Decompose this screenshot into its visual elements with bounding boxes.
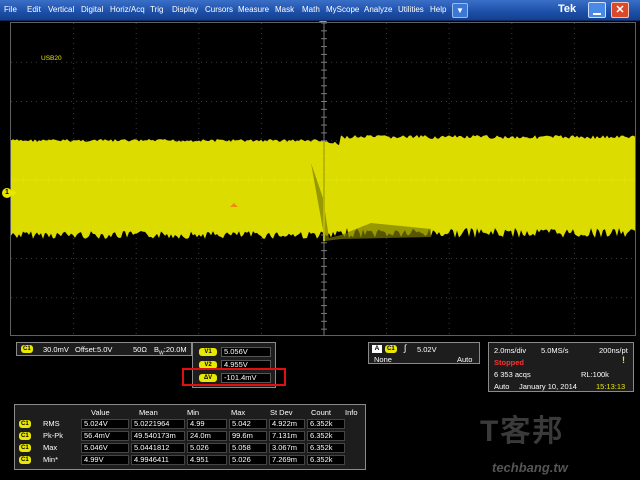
record-length: RL:100k xyxy=(581,370,609,379)
menu-bar: File Edit Vertical Digital Horiz/Acq Tri… xyxy=(0,0,640,21)
rising-edge-icon: ∫ xyxy=(404,343,407,353)
vertical-scale: 30.0mV xyxy=(43,345,69,354)
menu-dropdown-button[interactable]: ▼ xyxy=(452,3,468,18)
menu-mask[interactable]: Mask xyxy=(275,5,294,14)
acquisition-status[interactable]: 2.0ms/div 5.0MS/s 200ns/pt Stopped ! 6 3… xyxy=(488,342,634,392)
impedance-value: 50Ω xyxy=(133,345,147,354)
resolution: 200ns/pt xyxy=(599,346,628,355)
trigger-a-badge: A xyxy=(372,345,382,353)
menu-edit[interactable]: Edit xyxy=(27,5,41,14)
row-channel-badge: C1 xyxy=(19,432,31,440)
measurement-cell: 5.046V xyxy=(81,443,129,453)
close-button[interactable]: ✕ xyxy=(611,2,629,18)
measurement-cell: 5.042 xyxy=(229,419,267,429)
menu-utilities[interactable]: Utilities xyxy=(398,5,424,14)
bandwidth-value: BW:20.0M xyxy=(154,345,187,357)
measurement-cell: 6.352k xyxy=(307,443,345,453)
measurement-name[interactable]: Pk-Pk xyxy=(43,431,63,440)
measurement-cell: 99.6m xyxy=(229,431,267,441)
watermark-url: techbang.tw xyxy=(492,460,568,475)
offset-value: Offset:5.0V xyxy=(75,345,113,354)
menu-cursors[interactable]: Cursors xyxy=(205,5,233,14)
alert-icon: ! xyxy=(622,355,625,365)
measurement-table[interactable]: Value Mean Min Max St Dev Count Info C1 R… xyxy=(14,404,366,470)
v1-value: 5.056V xyxy=(221,347,271,357)
trigger-mode: Auto xyxy=(457,355,473,364)
menu-vertical[interactable]: Vertical xyxy=(48,5,74,14)
channel1-ground-marker[interactable]: 1 xyxy=(2,188,12,198)
channel1-settings[interactable]: C1 30.0mV Offset:5.0V 50Ω BW:20.0M xyxy=(16,342,192,357)
menu-horiz-acq[interactable]: Horiz/Acq xyxy=(110,5,145,14)
menu-measure[interactable]: Measure xyxy=(238,5,269,14)
measurement-name[interactable]: Min* xyxy=(43,455,58,464)
col-header-mean: Mean xyxy=(139,408,158,417)
run-mode: Auto xyxy=(494,382,510,391)
measurement-cell: 5.026 xyxy=(229,455,267,465)
time: 15:13:13 xyxy=(596,382,626,391)
measurement-cell: 5.0221964 xyxy=(131,419,185,429)
measurement-cell: 7.269m xyxy=(269,455,305,465)
horizontal-scale: 2.0ms/div xyxy=(494,346,527,355)
channel1-arrow-icon xyxy=(12,190,17,196)
acquisition-count: 6 353 acqs xyxy=(494,370,531,379)
menu-myscope[interactable]: MyScope xyxy=(326,5,359,14)
menu-analyze[interactable]: Analyze xyxy=(364,5,392,14)
tek-logo: Tek xyxy=(558,3,577,15)
measurement-cell: 4.9946411 xyxy=(131,455,185,465)
measurement-cell: 56.4mV xyxy=(81,431,129,441)
measurement-cell: 6.352k xyxy=(307,419,345,429)
v1-badge: V1 xyxy=(199,348,217,356)
row-channel-badge: C1 xyxy=(19,444,31,452)
col-header-max: Max xyxy=(231,408,246,417)
col-header-value: Value xyxy=(91,408,110,417)
menu-trig[interactable]: Trig xyxy=(150,5,163,14)
date: January 10, 2014 xyxy=(519,382,577,391)
measurement-cell: 5.0441812 xyxy=(131,443,185,453)
waveform-label: USB20 xyxy=(41,55,62,62)
trigger-settings[interactable]: A C1 ∫ 5.02V None Auto xyxy=(368,342,480,364)
trace-band xyxy=(11,135,635,241)
channel-badge: C1 xyxy=(21,345,33,353)
measurement-cell: 4.922m xyxy=(269,419,305,429)
measurement-cell: 4.99V xyxy=(81,455,129,465)
bandwidth-limit: :20.0M xyxy=(163,345,187,354)
measurement-cell: 4.99 xyxy=(187,419,227,429)
waveform-trace xyxy=(11,23,635,335)
measurement-cell: 5.026 xyxy=(187,443,227,453)
minimize-button[interactable] xyxy=(588,2,606,18)
measurement-cell: 7.131m xyxy=(269,431,305,441)
measurement-cell: 6.352k xyxy=(307,431,345,441)
row-channel-badge: C1 xyxy=(19,420,31,428)
menu-file[interactable]: File xyxy=(4,5,17,14)
measurement-cell: 6.352k xyxy=(307,455,345,465)
measurement-cell: 5.058 xyxy=(229,443,267,453)
watermark-logo: T客邦 xyxy=(480,415,565,448)
trigger-level: 5.02V xyxy=(417,345,437,354)
menu-math[interactable]: Math xyxy=(302,5,320,14)
measurement-name[interactable]: RMS xyxy=(43,419,60,428)
measurement-cell: 49.540173m xyxy=(131,431,185,441)
trigger-source-badge: C1 xyxy=(385,345,397,353)
waveform-display[interactable]: USB20 xyxy=(10,22,636,336)
col-header-info: Info xyxy=(345,408,358,417)
col-header-min: Min xyxy=(187,408,200,417)
measurement-name[interactable]: Max xyxy=(43,443,57,452)
menu-digital[interactable]: Digital xyxy=(81,5,103,14)
col-header-count: Count xyxy=(311,408,332,417)
col-header-stdev: St Dev xyxy=(270,408,293,417)
measurement-cell: 5.024V xyxy=(81,419,129,429)
run-state: Stopped xyxy=(494,358,524,367)
row-channel-badge: C1 xyxy=(19,456,31,464)
measurement-cell: 3.067m xyxy=(269,443,305,453)
menu-help[interactable]: Help xyxy=(430,5,446,14)
trigger-coupling: None xyxy=(374,355,392,364)
delta-v-highlight xyxy=(182,368,286,386)
measurement-cell: 24.0m xyxy=(187,431,227,441)
menu-display[interactable]: Display xyxy=(172,5,198,14)
measurement-cell: 4.951 xyxy=(187,455,227,465)
cursor-v1-row: V1 5.056V xyxy=(199,347,271,357)
sample-rate: 5.0MS/s xyxy=(541,346,569,355)
